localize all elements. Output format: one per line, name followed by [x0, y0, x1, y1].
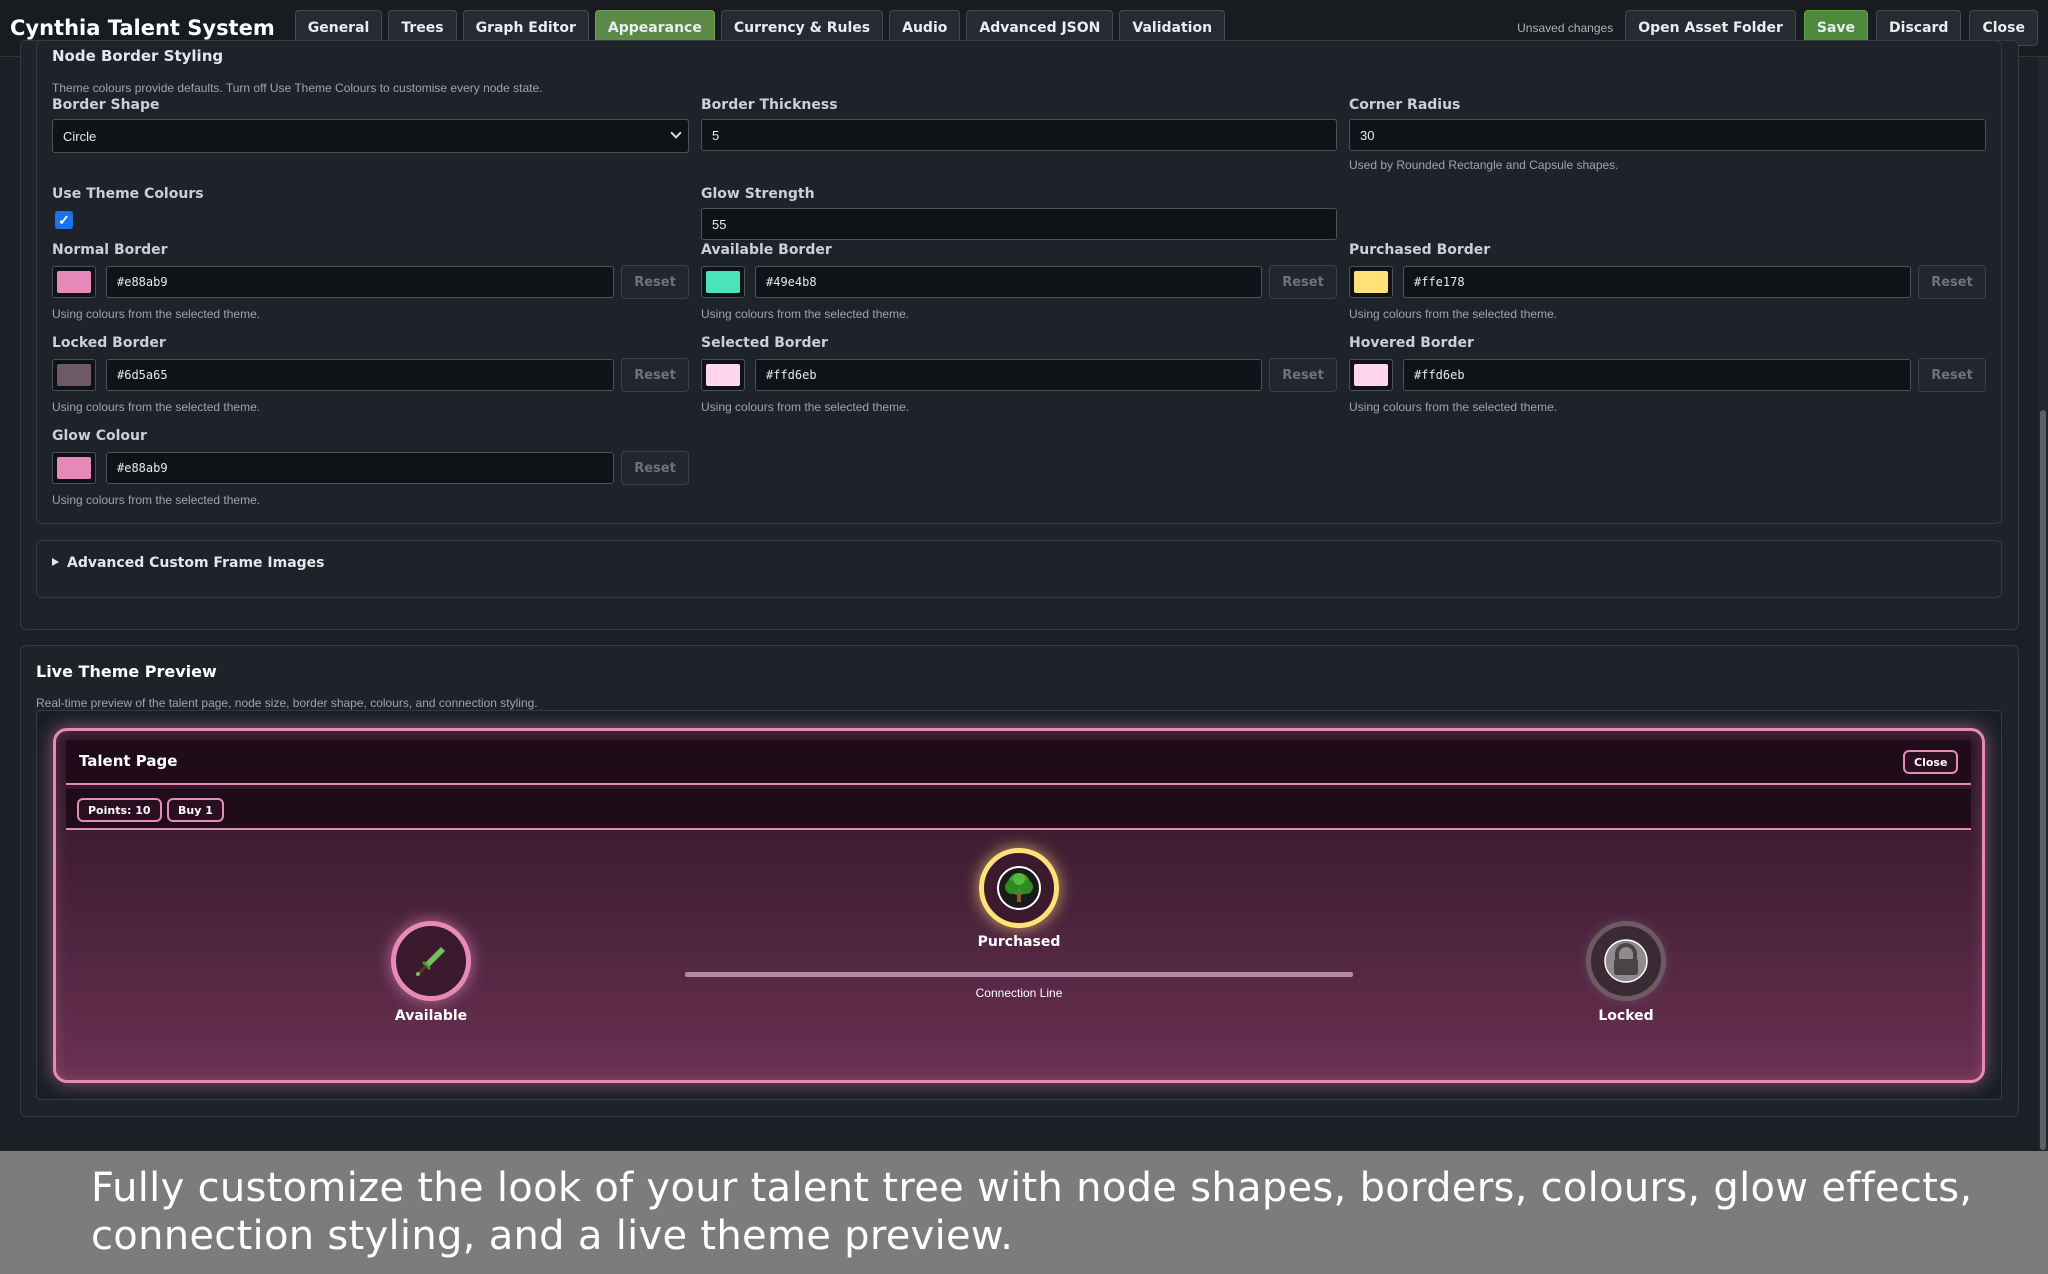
talent-page-header	[66, 740, 1971, 785]
purchased-border-colour	[1354, 271, 1388, 293]
purchased-node-label: Purchased	[977, 934, 1061, 950]
purchased-node[interactable]	[979, 848, 1059, 928]
locked-node[interactable]	[1586, 921, 1666, 1001]
talent-page-close-button[interactable]: Close	[1903, 750, 1959, 774]
padlock-icon	[1604, 939, 1648, 983]
locked-node-label: Locked	[1598, 1008, 1654, 1024]
hovered-border-reset-button[interactable]: Reset	[1918, 358, 1986, 392]
corner-radius-input[interactable]: 30	[1349, 119, 1986, 151]
locked-border-label: Locked Border	[52, 335, 166, 351]
glow-colour-hint: Using colours from the selected theme.	[52, 493, 261, 507]
preview-hint: Real-time preview of the talent page, no…	[36, 696, 538, 710]
expand-triangle-icon	[52, 558, 59, 566]
hovered-border-label: Hovered Border	[1349, 335, 1474, 351]
selected-border-reset-button[interactable]: Reset	[1269, 358, 1337, 392]
available-border-input[interactable]: #49e4b8	[755, 266, 1262, 298]
available-node[interactable]	[391, 921, 471, 1001]
hovered-border-swatch[interactable]	[1349, 359, 1393, 391]
locked-border-colour	[57, 364, 91, 386]
available-border-swatch[interactable]	[701, 266, 745, 298]
normal-border-reset-button[interactable]: Reset	[621, 265, 689, 299]
talent-page-toolbar	[66, 789, 1971, 830]
sword-icon	[416, 947, 445, 976]
selected-border-hint: Using colours from the selected theme.	[701, 400, 910, 414]
purchased-border-swatch[interactable]	[1349, 266, 1393, 298]
locked-border-reset-button[interactable]: Reset	[621, 358, 689, 392]
border-thickness-input[interactable]: 5	[701, 119, 1337, 151]
use-theme-colours-label: Use Theme Colours	[52, 186, 204, 202]
hovered-border-hint: Using colours from the selected theme.	[1349, 400, 1558, 414]
caption-text: Fully customize the look of your talent …	[91, 1165, 1973, 1259]
border-shape-value: Circle	[63, 128, 97, 144]
section-heading: Node Border Styling	[52, 47, 224, 65]
border-shape-select[interactable]: Circle	[52, 119, 689, 153]
use-theme-colours-checkbox[interactable]: ✓	[55, 211, 73, 229]
available-border-hint: Using colours from the selected theme.	[701, 307, 910, 321]
normal-border-colour	[57, 271, 91, 293]
locked-border-input[interactable]: #6d5a65	[106, 359, 614, 391]
preview-title: Live Theme Preview	[36, 662, 217, 681]
border-shape-label: Border Shape	[52, 97, 160, 113]
glow-strength-label: Glow Strength	[701, 186, 815, 202]
advanced-frames-panel	[36, 540, 2002, 598]
checkmark-icon: ✓	[58, 211, 70, 228]
advanced-frames-label: Advanced Custom Frame Images	[67, 555, 325, 571]
connection-line	[685, 972, 1353, 977]
hovered-border-input[interactable]: #ffd6eb	[1403, 359, 1911, 391]
buy-button[interactable]: Buy 1	[167, 798, 224, 822]
app-title: Cynthia Talent System	[10, 16, 275, 40]
glow-colour-colour	[57, 457, 91, 479]
border-thickness-label: Border Thickness	[701, 97, 838, 113]
corner-radius-hint: Used by Rounded Rectangle and Capsule sh…	[1349, 158, 1619, 172]
available-node-label: Available	[394, 1008, 468, 1024]
purchased-border-hint: Using colours from the selected theme.	[1349, 307, 1558, 321]
available-border-label: Available Border	[701, 242, 832, 258]
available-border-reset-button[interactable]: Reset	[1269, 265, 1337, 299]
corner-radius-label: Corner Radius	[1349, 97, 1461, 113]
hovered-border-colour	[1354, 364, 1388, 386]
locked-border-hint: Using colours from the selected theme.	[52, 400, 261, 414]
glow-strength-input[interactable]: 55	[701, 208, 1337, 240]
purchased-border-reset-button[interactable]: Reset	[1918, 265, 1986, 299]
normal-border-label: Normal Border	[52, 242, 168, 258]
purchased-border-label: Purchased Border	[1349, 242, 1491, 258]
glow-colour-reset-button[interactable]: Reset	[621, 451, 689, 485]
selected-border-label: Selected Border	[701, 335, 828, 351]
section-hint: Theme colours provide defaults. Turn off…	[52, 81, 543, 95]
talent-page-title: Talent Page	[79, 752, 178, 770]
available-border-colour	[706, 271, 740, 293]
glow-colour-label: Glow Colour	[52, 428, 147, 444]
selected-border-colour	[706, 364, 740, 386]
selected-border-input[interactable]: #ffd6eb	[755, 359, 1262, 391]
purchased-border-input[interactable]: #ffe178	[1403, 266, 1911, 298]
selected-border-swatch[interactable]	[701, 359, 745, 391]
scrollbar-thumb[interactable]	[2040, 410, 2046, 1150]
connection-line-label: Connection Line	[975, 986, 1063, 1000]
normal-border-swatch[interactable]	[52, 266, 96, 298]
tree-icon	[997, 866, 1041, 910]
unsaved-status: Unsaved changes	[1517, 21, 1614, 35]
locked-border-swatch[interactable]	[52, 359, 96, 391]
chevron-down-icon	[670, 127, 682, 139]
advanced-frames-toggle[interactable]: Advanced Custom Frame Images	[52, 555, 325, 571]
normal-border-input[interactable]: #e88ab9	[106, 266, 614, 298]
glow-colour-input[interactable]: #e88ab9	[106, 452, 614, 484]
normal-border-hint: Using colours from the selected theme.	[52, 307, 261, 321]
points-badge: Points: 10	[77, 798, 162, 822]
glow-colour-swatch[interactable]	[52, 452, 96, 484]
